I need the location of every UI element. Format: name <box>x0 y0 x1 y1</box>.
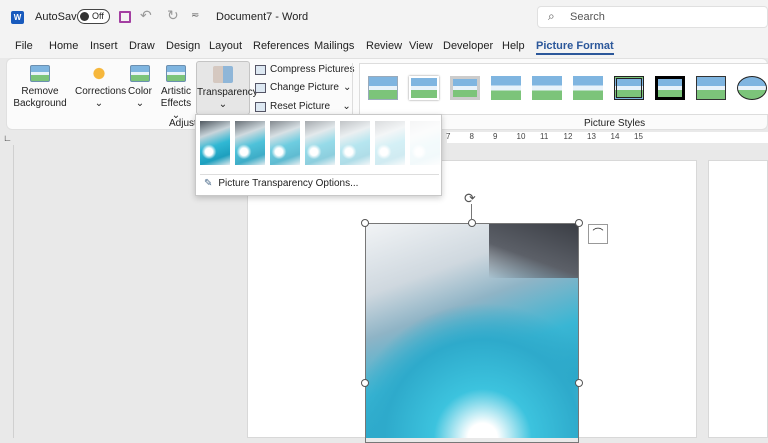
transparency-options-icon: ✎ <box>204 178 213 189</box>
ruler-number: 8 <box>469 132 474 141</box>
resize-handle-w[interactable] <box>361 379 369 387</box>
layout-options-icon[interactable]: ⌒ <box>588 224 608 244</box>
word-logo-icon: W <box>11 11 24 24</box>
color-icon <box>130 65 150 82</box>
tab-insert[interactable]: Insert <box>90 40 118 52</box>
artistic-effects-button[interactable]: Artistic Effects ⌄ <box>157 65 195 122</box>
ruler-number: 11 <box>540 132 549 141</box>
save-icon[interactable] <box>119 11 131 23</box>
picture-styles-gallery <box>359 63 768 115</box>
ruler-number: 10 <box>516 132 526 141</box>
ruler-number: 7 <box>446 132 451 141</box>
ruler-number: 13 <box>587 132 596 141</box>
document-page-next <box>708 160 768 438</box>
transparency-preset-15[interactable] <box>235 121 265 165</box>
search-placeholder: Search <box>570 11 605 23</box>
transparency-preset-95[interactable] <box>410 121 440 165</box>
sun-icon <box>89 65 109 82</box>
tab-layout[interactable]: Layout <box>209 40 242 52</box>
undo-icon[interactable]: ↶ <box>140 7 152 24</box>
picture-style-1[interactable] <box>368 76 398 100</box>
search-box[interactable]: ⌕ Search <box>537 6 768 28</box>
tab-picture-format[interactable]: Picture Format <box>536 40 614 55</box>
tab-references[interactable]: References <box>253 40 309 52</box>
ruler-number: 15 <box>634 132 643 141</box>
compress-icon <box>255 64 266 75</box>
picture-transparency-options-item[interactable]: ✎ Picture Transparency Options... <box>204 178 358 189</box>
transparency-options-label: Picture Transparency Options... <box>218 178 359 189</box>
resize-handle-e[interactable] <box>575 379 583 387</box>
picture-style-2[interactable] <box>409 76 439 100</box>
vertical-ruler[interactable] <box>0 145 14 438</box>
tab-home[interactable]: Home <box>49 40 78 52</box>
picture-style-6[interactable] <box>573 76 603 100</box>
change-picture-button[interactable]: Change Picture ⌄ <box>255 82 351 93</box>
transparency-preset-0[interactable] <box>200 121 230 165</box>
transparency-preset-50[interactable] <box>305 121 335 165</box>
picture-style-4[interactable] <box>491 76 521 100</box>
transparency-preset-30[interactable] <box>270 121 300 165</box>
tab-selector[interactable]: ∟ <box>3 133 12 143</box>
resize-handle-nw[interactable] <box>361 219 369 227</box>
tab-view[interactable]: View <box>409 40 433 52</box>
picture-styles-group-label: Picture Styles <box>584 118 646 129</box>
reset-picture-icon <box>255 101 266 112</box>
transparency-icon <box>213 66 233 83</box>
ruler-number: 14 <box>610 132 620 141</box>
title-bar: W AutoSave Off ↶ ↻ ≂ Document7 - Word ⌕ … <box>0 0 768 34</box>
remove-background-icon <box>30 65 50 82</box>
picture-style-5[interactable] <box>532 76 562 100</box>
picture-style-3[interactable] <box>450 76 480 100</box>
autosave-label: AutoSave <box>35 11 83 23</box>
selection-frame <box>365 223 579 443</box>
search-icon: ⌕ <box>548 9 555 23</box>
rotate-handle-icon[interactable]: ⟳ <box>464 190 476 207</box>
autosave-toggle[interactable]: Off <box>77 9 110 24</box>
document-title: Document7 - Word <box>216 11 309 23</box>
ruler-number: 12 <box>563 132 573 141</box>
picture-style-7[interactable] <box>614 76 644 100</box>
corrections-button[interactable]: Corrections ⌄ <box>75 65 126 110</box>
tab-file[interactable]: File <box>15 40 33 52</box>
ruler-number: 9 <box>493 132 498 141</box>
tab-review[interactable]: Review <box>366 40 402 52</box>
picture-style-8[interactable] <box>655 76 685 100</box>
transparency-button[interactable]: Transparency ⌄ <box>196 61 258 115</box>
remove-background-button[interactable]: Remove Background <box>13 65 67 110</box>
tab-developer[interactable]: Developer <box>443 40 493 52</box>
artistic-effects-icon <box>166 65 186 82</box>
picture-style-9[interactable] <box>696 76 726 100</box>
change-picture-icon <box>255 82 266 93</box>
redo-icon[interactable]: ↻ <box>167 7 179 24</box>
transparency-preset-80[interactable] <box>375 121 405 165</box>
resize-handle-ne[interactable] <box>575 219 583 227</box>
tab-design[interactable]: Design <box>166 40 200 52</box>
tab-help[interactable]: Help <box>502 40 525 52</box>
tab-mailings[interactable]: Mailings <box>314 40 354 52</box>
color-button[interactable]: Color ⌄ <box>127 65 153 110</box>
compress-pictures-button[interactable]: Compress Pictures <box>255 64 354 75</box>
reset-picture-button[interactable]: Reset Picture ⌄ <box>255 101 351 112</box>
transparency-preset-65[interactable] <box>340 121 370 165</box>
transparency-dropdown: ✎ Picture Transparency Options... <box>195 114 442 196</box>
picture-style-10[interactable] <box>737 76 767 100</box>
tab-draw[interactable]: Draw <box>129 40 155 52</box>
ribbon-tabs: File Home Insert Draw Design Layout References… <box>0 34 768 58</box>
resize-handle-n[interactable] <box>468 219 476 227</box>
customize-qat-icon[interactable]: ≂ <box>191 10 199 21</box>
autosave-state: Off <box>92 11 104 21</box>
adjust-group-label: Adjust <box>169 118 197 129</box>
